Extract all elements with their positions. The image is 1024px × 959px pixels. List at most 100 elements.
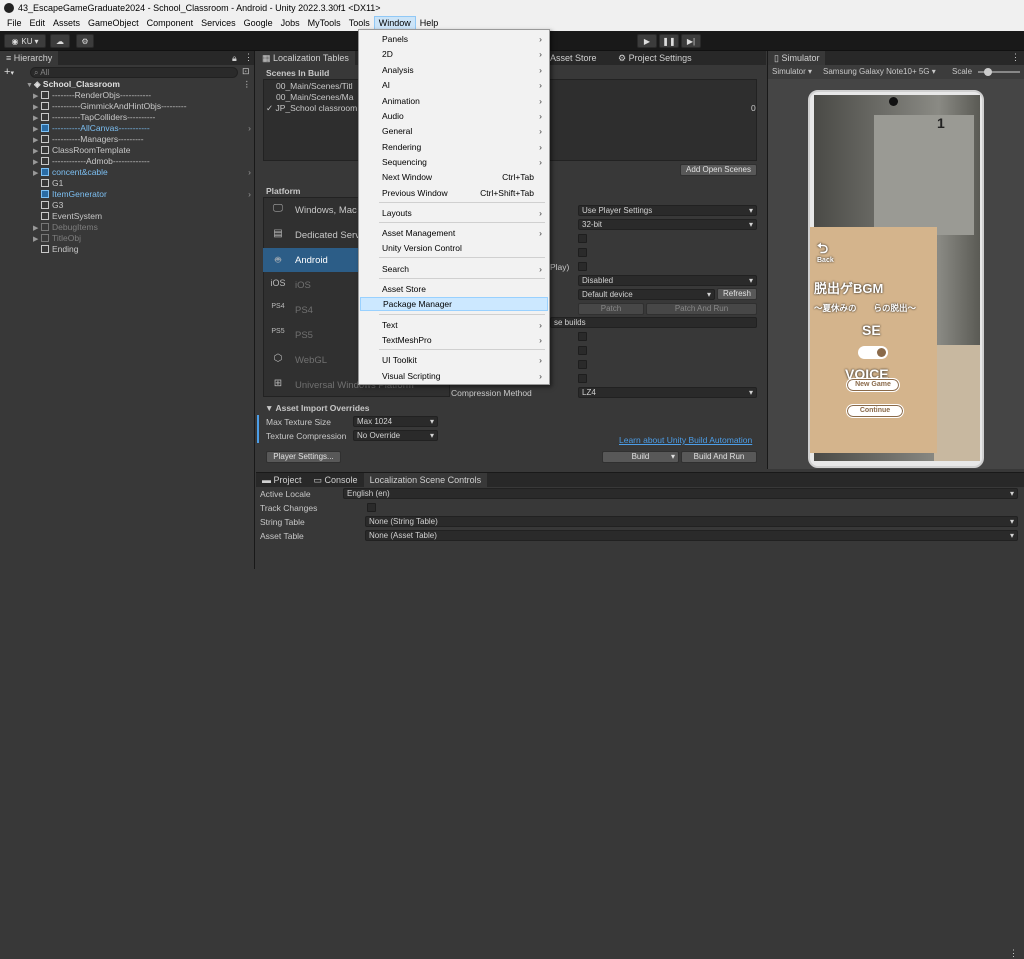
simulator-tab[interactable]: ▯ Simulator: [768, 51, 826, 65]
checkbox[interactable]: [578, 360, 587, 369]
menu-item-textmeshpro[interactable]: TextMeshPro ›: [360, 333, 548, 347]
menu-item-ai[interactable]: AI ›: [360, 78, 548, 92]
tab-project[interactable]: ▬ Project: [256, 473, 308, 487]
list-item[interactable]: ▶ ----------GimmickAndHintObjs---------: [0, 101, 255, 112]
tab-console[interactable]: ▭ Console: [307, 473, 364, 487]
list-item[interactable]: Ending: [0, 244, 255, 255]
tab-localization-scene-controls[interactable]: Localization Scene Controls: [363, 473, 488, 487]
list-item[interactable]: ▶ ------------Admob-------------: [0, 156, 255, 167]
menu-item-general[interactable]: General ›: [360, 124, 548, 138]
checkbox[interactable]: [578, 374, 587, 383]
menu-item-unity-version-control[interactable]: Unity Version Control: [360, 241, 548, 255]
device-select[interactable]: Samsung Galaxy Note10+ 5G ▾: [823, 65, 936, 79]
menu-item-search[interactable]: Search ›: [360, 262, 548, 276]
play-button[interactable]: ▶: [637, 34, 657, 48]
menu-file[interactable]: File: [3, 16, 26, 31]
add-open-scenes-button[interactable]: Add Open Scenes: [680, 164, 757, 176]
scale-slider-handle[interactable]: [984, 68, 992, 76]
menu-item-2d[interactable]: 2D ›: [360, 47, 548, 61]
learn-build-automation-link[interactable]: Learn about Unity Build Automation: [619, 435, 752, 445]
debug-symbols-select[interactable]: Disabled ▾: [578, 275, 757, 286]
menu-item-layouts[interactable]: Layouts ›: [360, 206, 548, 220]
chevron-right-icon[interactable]: ›: [248, 123, 251, 134]
continue-button[interactable]: Continue: [846, 404, 904, 418]
menu-item-visual-scripting[interactable]: Visual Scripting ›: [360, 369, 548, 383]
refresh-button[interactable]: Refresh: [717, 288, 757, 300]
menu-item-sequencing[interactable]: Sequencing ›: [360, 155, 548, 169]
hierarchy-search-input[interactable]: ⌕ All: [30, 67, 238, 78]
menu-assets[interactable]: Assets: [49, 16, 84, 31]
kebab-menu-icon[interactable]: ⋮: [1011, 52, 1020, 63]
tab-project-settings[interactable]: ⚙ Project Settings: [612, 51, 698, 65]
patch-and-run-button[interactable]: Patch And Run: [646, 303, 757, 315]
menu-component[interactable]: Component: [143, 16, 198, 31]
menu-jobs[interactable]: Jobs: [277, 16, 304, 31]
list-item[interactable]: G3: [0, 200, 255, 211]
step-button[interactable]: ▶|: [681, 34, 701, 48]
compression-method-select[interactable]: LZ4 ▾: [578, 387, 757, 398]
player-settings-button[interactable]: Player Settings...: [266, 451, 341, 463]
list-item[interactable]: ▶ DebugItems: [0, 222, 255, 233]
checkbox[interactable]: [578, 346, 587, 355]
expand-all-icon[interactable]: ⊡: [242, 66, 250, 77]
scene-item[interactable]: ✓ JP_School classroom: [266, 103, 357, 114]
scene-item[interactable]: 00_Main/Scenes/Ma: [276, 92, 354, 102]
lock-icon[interactable]: 🔒︎: [232, 53, 237, 64]
scene-item[interactable]: 00_Main/Scenes/Titl: [276, 81, 353, 91]
list-item[interactable]: ItemGenerator ›: [0, 189, 255, 200]
cloud-button[interactable]: ☁: [50, 34, 70, 48]
hierarchy-tab[interactable]: ≡ Hierarchy: [0, 51, 59, 65]
list-item[interactable]: ▶ TitleObj: [0, 233, 255, 244]
menu-gameobject[interactable]: GameObject: [84, 16, 143, 31]
menu-item-package-manager[interactable]: Package Manager: [360, 297, 548, 311]
new-game-button[interactable]: New Game: [846, 378, 900, 392]
menu-item-rendering[interactable]: Rendering ›: [360, 140, 548, 154]
texture-compression-override-select[interactable]: No Override ▾: [353, 430, 438, 441]
se-toggle[interactable]: [858, 346, 888, 359]
menu-item-ui-toolkit[interactable]: UI Toolkit ›: [360, 353, 548, 367]
base-builds-field[interactable]: se builds: [550, 317, 757, 328]
build-button[interactable]: Build ▾: [602, 451, 679, 463]
list-item[interactable]: ▶ concent&cable ›: [0, 167, 255, 178]
asset-import-overrides-header[interactable]: ▼ Asset Import Overrides: [265, 403, 369, 413]
account-button[interactable]: ◉ KU ▾: [4, 34, 46, 48]
max-texture-size-select[interactable]: Max 1024 ▾: [353, 416, 438, 427]
back-label[interactable]: Back: [817, 257, 834, 264]
kebab-menu-icon[interactable]: ⋮: [244, 52, 253, 63]
patch-button[interactable]: Patch: [578, 303, 644, 315]
menu-item-analysis[interactable]: Analysis ›: [360, 63, 548, 77]
add-object-button[interactable]: +▾: [4, 66, 14, 78]
menu-item-asset-store[interactable]: Asset Store: [360, 282, 548, 296]
menu-mytools[interactable]: MyTools: [304, 16, 345, 31]
collab-button[interactable]: ⚙: [76, 34, 94, 48]
checkbox[interactable]: [578, 234, 587, 243]
list-item[interactable]: G1: [0, 178, 255, 189]
kebab-menu-icon[interactable]: ⋮: [243, 79, 252, 90]
texture-compression-select[interactable]: Use Player Settings ▾: [578, 205, 757, 216]
checkbox[interactable]: [578, 262, 587, 271]
menu-item-previous-window[interactable]: Previous Window Ctrl+Shift+Tab: [360, 186, 548, 200]
checkbox[interactable]: [578, 248, 587, 257]
menu-item-text[interactable]: Text ›: [360, 318, 548, 332]
run-device-select[interactable]: Default device ▾: [578, 289, 715, 300]
list-item[interactable]: ▶ ----------TapColliders----------: [0, 112, 255, 123]
menu-edit[interactable]: Edit: [26, 16, 50, 31]
menu-item-animation[interactable]: Animation ›: [360, 94, 548, 108]
menu-google[interactable]: Google: [240, 16, 277, 31]
build-and-run-button[interactable]: Build And Run: [681, 451, 757, 463]
list-item[interactable]: ▶ ----------AllCanvas----------- ›: [0, 123, 255, 134]
simulator-mode-select[interactable]: Simulator ▾: [772, 65, 812, 79]
list-item[interactable]: ▶ --------RenderObjs-----------: [0, 90, 255, 101]
list-item[interactable]: ▶ ClassRoomTemplate: [0, 145, 255, 156]
etc2-fallback-select[interactable]: 32-bit ▾: [578, 219, 757, 230]
asset-table-select[interactable]: None (Asset Table) ▾: [365, 530, 1018, 541]
checkbox[interactable]: [578, 332, 587, 341]
menu-item-audio[interactable]: Audio ›: [360, 109, 548, 123]
scene-row[interactable]: ▼◈ School_Classroom ⋮: [0, 79, 255, 90]
list-item[interactable]: EventSystem: [0, 211, 255, 222]
list-item[interactable]: ▶ ----------Managers---------: [0, 134, 255, 145]
kebab-menu-icon[interactable]: ⋮: [1009, 948, 1018, 959]
string-table-select[interactable]: None (String Table) ▾: [365, 516, 1018, 527]
pause-button[interactable]: ❚❚: [659, 34, 679, 48]
menu-item-next-window[interactable]: Next Window Ctrl+Tab: [360, 170, 548, 184]
